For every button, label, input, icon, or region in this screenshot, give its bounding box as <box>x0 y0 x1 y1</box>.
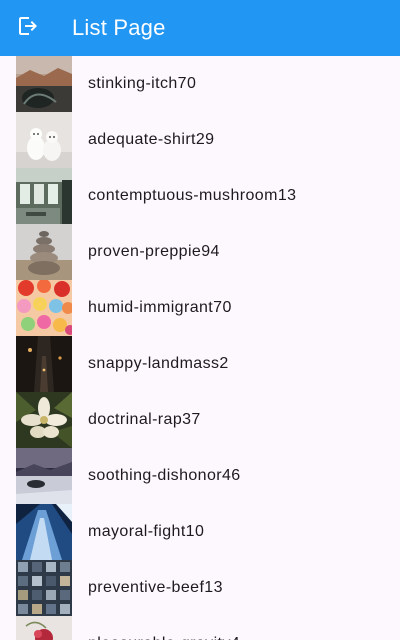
list-item-thumbnail <box>16 392 72 448</box>
logout-icon <box>16 14 40 43</box>
page-title: List Page <box>72 15 166 40</box>
list-item[interactable]: stinking-itch70 <box>0 56 400 112</box>
list-item-thumbnail <box>16 168 72 224</box>
logout-button[interactable] <box>0 0 56 56</box>
list-item-thumbnail <box>16 336 72 392</box>
list-item-label: snappy-landmass2 <box>88 355 229 372</box>
list-item[interactable]: proven-preppie94 <box>0 224 400 280</box>
list-item[interactable]: contemptuous-mushroom13 <box>0 168 400 224</box>
list-item-label: contemptuous-mushroom13 <box>88 187 297 204</box>
list-item-thumbnail <box>16 280 72 336</box>
list-item-thumbnail <box>16 112 72 168</box>
list-item[interactable]: soothing-dishonor46 <box>0 448 400 504</box>
list-item-thumbnail <box>16 448 72 504</box>
list-item-label: humid-immigrant70 <box>88 299 232 316</box>
list-item-label: mayoral-fight10 <box>88 523 205 540</box>
list-item-thumbnail <box>16 504 72 560</box>
app-window: List Page stinking-itch70 adequate-shirt… <box>0 0 400 640</box>
list-item-thumbnail <box>16 616 72 640</box>
list-item[interactable]: snappy-landmass2 <box>0 336 400 392</box>
list-item-label: preventive-beef13 <box>88 579 223 596</box>
list-item-thumbnail <box>16 224 72 280</box>
list-item[interactable]: adequate-shirt29 <box>0 112 400 168</box>
list-item[interactable]: pleasurable-gravity4 <box>0 616 400 640</box>
list-item[interactable]: mayoral-fight10 <box>0 504 400 560</box>
list-item-label: soothing-dishonor46 <box>88 467 241 484</box>
item-list: stinking-itch70 adequate-shirt29 contemp… <box>0 56 400 640</box>
list-item-label: pleasurable-gravity4 <box>88 635 240 640</box>
list-item-label: stinking-itch70 <box>88 75 197 92</box>
list-item[interactable]: humid-immigrant70 <box>0 280 400 336</box>
list-item-label: adequate-shirt29 <box>88 131 215 148</box>
app-bar: List Page <box>0 0 400 56</box>
list-item[interactable]: preventive-beef13 <box>0 560 400 616</box>
list-item-label: proven-preppie94 <box>88 243 220 260</box>
list-item[interactable]: doctrinal-rap37 <box>0 392 400 448</box>
list-item-label: doctrinal-rap37 <box>88 411 201 428</box>
list-item-thumbnail <box>16 560 72 616</box>
list-item-thumbnail <box>16 56 72 112</box>
